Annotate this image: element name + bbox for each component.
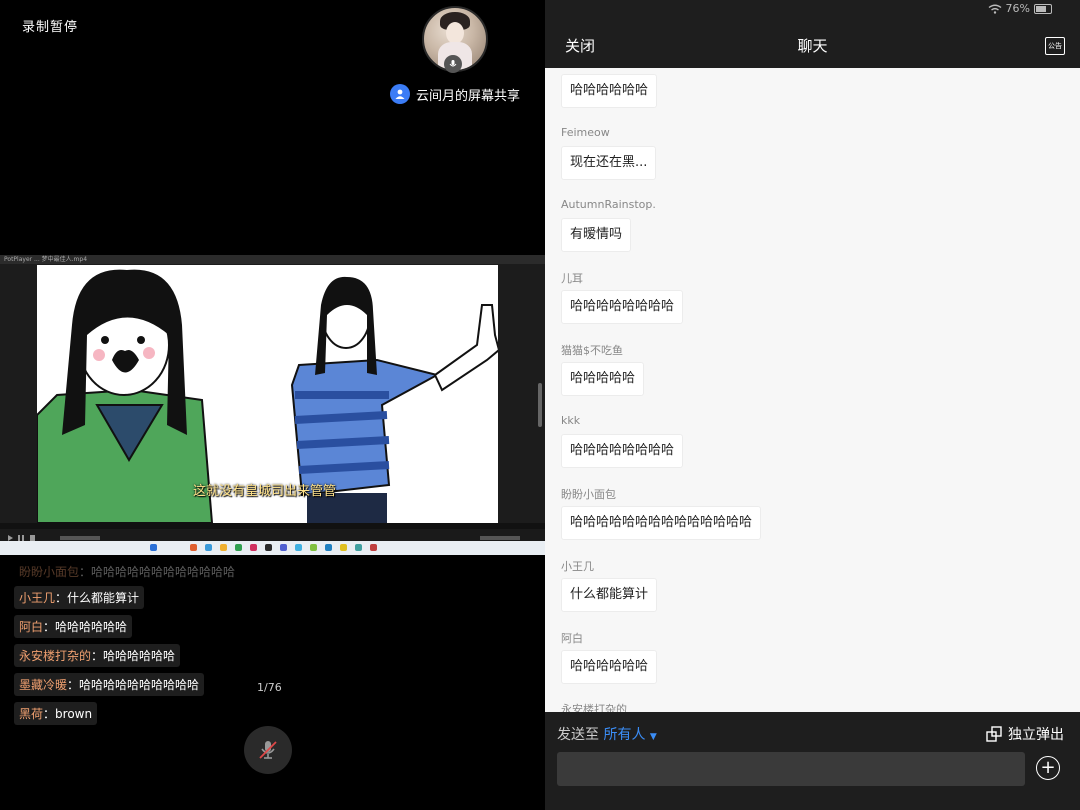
popout-icon	[986, 726, 1002, 742]
overlay-chat-text: 哈哈哈哈哈哈哈哈哈哈	[79, 678, 200, 692]
message-bubble: 哈哈哈哈哈哈	[561, 650, 658, 684]
message-sender: 永安楼打杂的	[561, 703, 627, 712]
message-sender: 猫猫$不吃鱼	[561, 344, 623, 357]
message-bubble: 现在还在黑...	[561, 146, 657, 180]
popout-button[interactable]: 独立弹出	[986, 724, 1064, 744]
message-bubble: 哈哈哈哈哈哈哈哈哈哈哈哈哈哈	[561, 506, 762, 540]
mic-muted-icon	[259, 741, 277, 759]
message-bubble: 哈哈哈哈哈哈哈哈	[561, 434, 684, 468]
overlay-chat-text: 哈哈哈哈哈哈	[103, 649, 176, 663]
message-sender: kkk	[561, 414, 581, 427]
overlay-chat-text: 哈哈哈哈哈哈哈哈哈哈哈哈	[91, 565, 236, 579]
taskbar-app-icon	[190, 544, 197, 551]
chat-header: 76% 关闭 聊天 公告	[545, 0, 1080, 68]
overlay-chat-line: 墨藏冷暖：哈哈哈哈哈哈哈哈哈哈	[14, 673, 205, 696]
taskbar-app-icon	[325, 544, 332, 551]
message-bubble: 什么都能算计	[561, 578, 658, 612]
taskbar-app-icon	[370, 544, 377, 551]
shared-screen[interactable]: PotPlayer ... 梦中最佳人.mp4 这就没有皇城司出来管管	[0, 255, 545, 555]
overlay-chat-separator: ：	[67, 678, 80, 692]
message-sender: 阿白	[561, 632, 583, 645]
share-label-text: 云间月的屏幕共享	[416, 88, 521, 104]
overlay-chat-separator: ：	[43, 707, 56, 721]
overlay-chat-sender: 盼盼小面包	[19, 565, 80, 579]
split-divider-handle[interactable]	[538, 383, 542, 427]
overlay-chat-sender: 小王几	[19, 591, 56, 605]
taskbar-app-icon	[295, 544, 302, 551]
start-icon	[150, 544, 157, 551]
overlay-chat-separator: ：	[91, 649, 104, 663]
windows-taskbar	[0, 541, 545, 555]
taskbar-app-icon	[340, 544, 347, 551]
chat-footer: 发送至 所有人 ▼ 独立弹出 +	[545, 712, 1080, 810]
overlay-chat-sender: 阿白	[19, 620, 44, 634]
taskbar-app-icon	[205, 544, 212, 551]
overlay-chat-sender: 黑荷	[19, 707, 44, 721]
popout-label: 独立弹出	[1008, 727, 1064, 743]
mic-badge-icon	[444, 55, 462, 73]
overlay-chat-line: 永安楼打杂的：哈哈哈哈哈哈	[14, 644, 181, 667]
overlay-chat-text: 什么都能算计	[67, 591, 140, 605]
message-sender: Feimeow	[561, 126, 610, 139]
recording-status[interactable]: 录制暂停	[22, 16, 78, 35]
overlay-chat-line: 小王几：什么都能算计	[14, 586, 145, 609]
mute-mic-button[interactable]	[244, 726, 292, 774]
overlay-chat-text: brown	[55, 707, 93, 721]
taskbar-app-icon	[235, 544, 242, 551]
taskbar-app-icon	[310, 544, 317, 551]
caret-down-icon: ▼	[649, 732, 657, 742]
page-counter: 1/76	[257, 681, 282, 694]
message-sender: 小王几	[561, 560, 594, 573]
video-subtitle: 这就没有皇城司出来管管	[193, 484, 337, 499]
taskbar-app-icon	[250, 544, 257, 551]
message-bubble: 哈哈哈哈哈	[561, 362, 645, 396]
user-icon	[390, 84, 410, 104]
player-controls[interactable]	[0, 529, 545, 541]
message-bubble: 哈哈哈哈哈哈	[561, 74, 658, 108]
taskbar-app-icon	[265, 544, 272, 551]
screen-share-label: 云间月的屏幕共享	[390, 84, 520, 104]
message-sender: AutumnRainstop.	[561, 198, 656, 211]
message-sender: 盼盼小面包	[561, 488, 616, 501]
chat-panel: 76% 关闭 聊天 公告 哈哈哈哈哈哈 Feimeow 现在还在黑... Aut…	[545, 0, 1080, 810]
meeting-pane: 录制暂停 云间月的屏幕共享 PotPlayer ... 梦中最佳人.mp4 这就…	[0, 0, 545, 810]
plus-icon[interactable]: +	[1036, 756, 1060, 780]
video-frame[interactable]: 这就没有皇城司出来管管	[37, 265, 498, 523]
message-bubble: 有暧情吗	[561, 218, 632, 252]
overlay-chat-separator: ：	[43, 620, 56, 634]
battery-icon	[1034, 3, 1052, 14]
overlay-chat-sender: 墨藏冷暖	[19, 678, 68, 692]
overlay-chat-sender: 永安楼打杂的	[19, 649, 92, 663]
message-bubble: 哈哈哈哈哈哈哈哈	[561, 290, 684, 324]
chat-title: 聊天	[797, 37, 828, 55]
chat-input[interactable]	[557, 752, 1025, 786]
taskbar-app-icon	[355, 544, 362, 551]
overlay-chat-separator: ：	[79, 565, 92, 579]
overlay-chat-line: 黑荷：brown	[14, 702, 98, 725]
send-to-target[interactable]: 所有人	[603, 727, 645, 743]
overlay-chat-line: 阿白：哈哈哈哈哈哈	[14, 615, 133, 638]
message-sender: 儿耳	[561, 272, 583, 285]
send-to-selector[interactable]: 发送至 所有人 ▼	[557, 724, 657, 744]
status-bar: 76%	[988, 2, 1052, 15]
avatar-face	[446, 22, 464, 44]
overlay-chat-line: 盼盼小面包：哈哈哈哈哈哈哈哈哈哈哈哈	[14, 560, 240, 583]
overlay-chat-text: 哈哈哈哈哈哈	[55, 620, 128, 634]
message-list[interactable]: 哈哈哈哈哈哈 Feimeow 现在还在黑... AutumnRainstop. …	[545, 68, 1080, 712]
taskbar-app-icon	[220, 544, 227, 551]
taskbar-app-icon	[280, 544, 287, 551]
send-to-label: 发送至	[557, 727, 599, 743]
wifi-icon	[988, 4, 1001, 14]
overlay-chat-separator: ：	[55, 591, 68, 605]
battery-percent: 76%	[1005, 2, 1030, 15]
player-titlebar: PotPlayer ... 梦中最佳人.mp4	[0, 255, 545, 264]
announcement-button[interactable]: 公告	[1045, 37, 1065, 55]
